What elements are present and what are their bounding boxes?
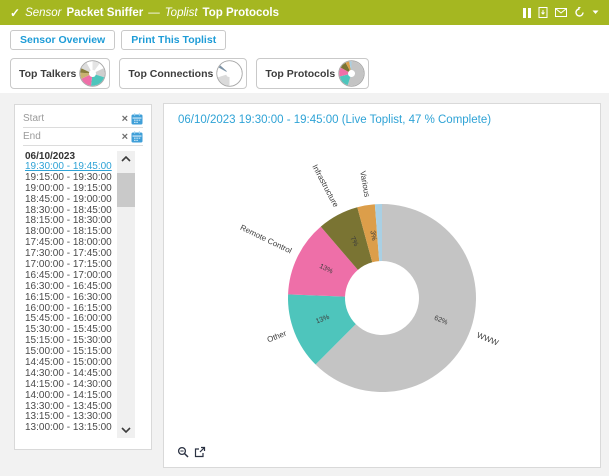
toplist-chart-panel: 06/10/2023 19:30:00 - 19:45:00 (Live Top… — [163, 103, 601, 468]
tab-top-protocols[interactable]: Top Protocols — [256, 58, 369, 89]
chevron-down-icon[interactable] — [121, 427, 131, 433]
calendar-icon[interactable] — [131, 113, 143, 125]
time-range-item[interactable]: 16:15:00 - 16:30:00 — [25, 293, 127, 304]
protocols-donut-chart: 62%WWW13%Other13%Remote Control7%Infrast… — [164, 134, 602, 464]
clear-start-icon[interactable]: × — [122, 114, 128, 124]
time-range-item[interactable]: 14:00:00 - 14:15:00 — [25, 391, 127, 402]
chevron-up-icon[interactable] — [121, 156, 131, 162]
start-field-row: × — [23, 110, 143, 128]
title-bar: ✓ Sensor Packet Sniffer — Toplist Top Pr… — [0, 0, 609, 25]
scrollbar[interactable] — [117, 151, 135, 438]
scrollbar-thumb[interactable] — [117, 173, 135, 207]
end-field-row: × — [23, 128, 143, 146]
calendar-icon[interactable] — [131, 131, 143, 143]
donut-category-label: Infrastructure — [310, 163, 340, 209]
toolbar: Sensor Overview Print This Toplist — [10, 30, 226, 50]
sensor-overview-button[interactable]: Sensor Overview — [10, 30, 115, 50]
time-range-list: 19:30:00 - 19:45:0019:15:00 - 19:30:0019… — [25, 162, 127, 434]
interval-panel: × × — [14, 104, 152, 450]
chart-title: 06/10/2023 19:30:00 - 19:45:00 (Live Top… — [178, 114, 491, 126]
zoom-icon[interactable] — [177, 446, 189, 458]
toplist-tabs: Top Talkers Top Connections Top Protocol… — [10, 58, 369, 89]
tab-label: Top Talkers — [19, 68, 76, 80]
donut-category-label: Other — [266, 329, 288, 345]
end-date-input[interactable] — [23, 131, 120, 142]
clear-end-icon[interactable]: × — [122, 132, 128, 142]
object-type-label: Sensor — [25, 7, 61, 19]
pie-chart-icon — [79, 60, 106, 87]
external-link-icon[interactable] — [194, 446, 206, 458]
check-icon: ✓ — [10, 6, 20, 20]
prtg-toplist-page: ✓ Sensor Packet Sniffer — Toplist Top Pr… — [0, 0, 609, 476]
time-range-item[interactable]: 18:45:00 - 19:00:00 — [25, 195, 127, 206]
section-type-label: Toplist — [165, 7, 198, 19]
chart-actions — [177, 446, 206, 458]
print-toplist-button[interactable]: Print This Toplist — [121, 30, 226, 50]
email-icon[interactable] — [555, 8, 567, 17]
section-name: Top Protocols — [203, 7, 279, 19]
donut-category-label: Remote Control — [239, 223, 294, 256]
sensor-name: Packet Sniffer — [67, 7, 144, 19]
pause-icon[interactable] — [523, 8, 531, 18]
caret-down-icon[interactable] — [592, 10, 599, 15]
pie-chart-icon — [338, 60, 365, 87]
time-range-item[interactable]: 13:00:00 - 13:15:00 — [25, 423, 127, 434]
tab-label: Top Connections — [128, 68, 213, 80]
tab-top-talkers[interactable]: Top Talkers — [10, 58, 110, 89]
report-icon[interactable] — [538, 7, 548, 18]
tab-top-connections[interactable]: Top Connections — [119, 58, 247, 89]
title-separator: — — [148, 7, 160, 19]
tab-label: Top Protocols — [265, 68, 335, 80]
refresh-icon[interactable] — [574, 7, 585, 18]
pie-chart-icon — [216, 60, 243, 87]
donut-category-label: Various — [358, 170, 371, 198]
donut-category-label: WWW — [475, 331, 500, 348]
start-date-input[interactable] — [23, 113, 120, 124]
